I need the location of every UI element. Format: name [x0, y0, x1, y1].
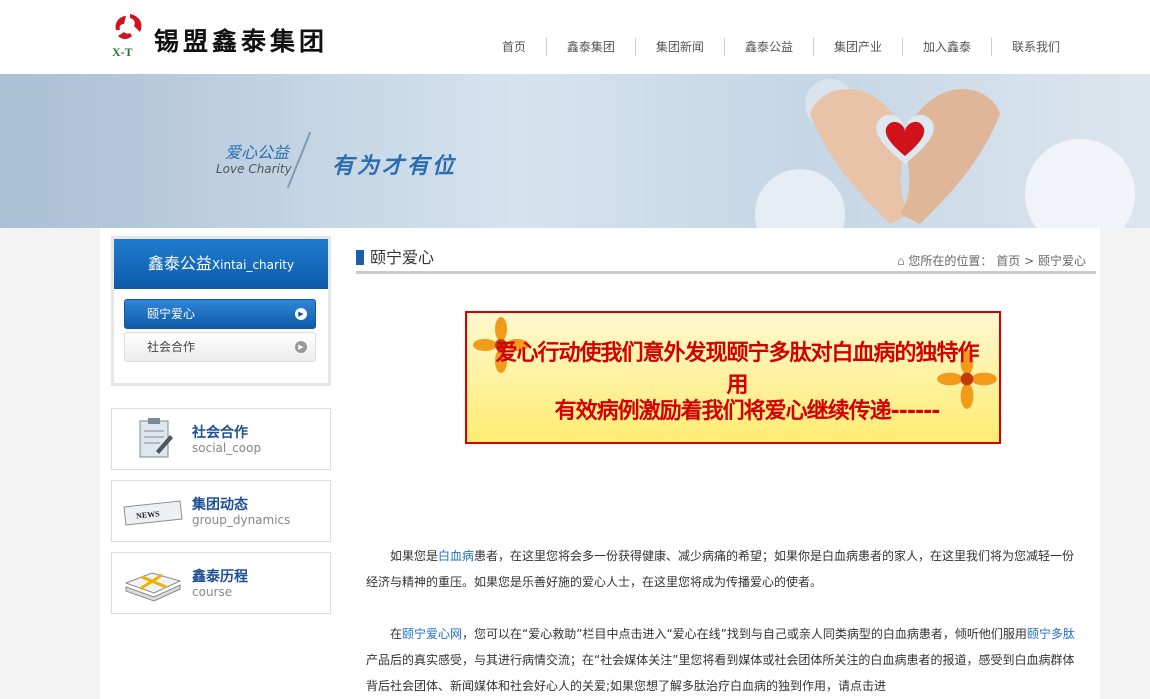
sidebar-menu-box: 鑫泰公益Xintai_charity 颐宁爱心 ▶ 社会合作 ▶ [111, 236, 331, 386]
arrow-right-icon: ▶ [295, 341, 307, 353]
feature-line-1: 爱心行动使我们意外发现颐宁多肽对白血病的独特作用 [495, 341, 979, 398]
detail-paragraph: 在颐宁爱心网，您可以在“爱心救助”栏目中点击进入“爱心在线”找到与自己或亲人同类… [366, 621, 1086, 699]
card-subtitle: course [192, 585, 233, 599]
yining-peptide-link[interactable]: 颐宁多肽 [1027, 627, 1075, 641]
site-header: X-T 锡盟鑫泰集团 首页 鑫泰集团 集团新闻 鑫泰公益 集团产业 加入鑫泰 联… [0, 0, 1150, 74]
card-title: 集团动态 [192, 497, 248, 513]
breadcrumb-separator: > [1024, 254, 1035, 268]
leukemia-link[interactable]: 白血病 [438, 549, 474, 563]
breadcrumb: ⌂ 您所在的位置： 首页 > 颐宁爱心 [897, 252, 1086, 269]
nav-group[interactable]: 鑫泰集团 [545, 38, 635, 56]
sidebar-item-social-coop[interactable]: 社会合作 ▶ [124, 332, 316, 362]
sidebar-item-yining-love[interactable]: 颐宁爱心 ▶ [124, 299, 316, 329]
feature-banner-image: 爱心行动使我们意外发现颐宁多肽对白血病的独特作用 有效病例激励着我们将爱心继续传… [465, 311, 1001, 444]
main-nav: 首页 鑫泰集团 集团新闻 鑫泰公益 集团产业 加入鑫泰 联系我们 [482, 38, 1080, 56]
para-text: ，您可以在“爱心救助”栏目中点击进入“爱心在线”找到与自己或亲人同类病型的白血病… [462, 627, 1027, 641]
breadcrumb-current[interactable]: 颐宁爱心 [1038, 254, 1086, 268]
banner-slogan: 有为才有位 [332, 153, 458, 179]
para-text: 在 [390, 627, 403, 641]
intro-paragraph: 如果您是白血病患者，在这里您将会多一份获得健康、减少病痛的希望；如果你是白血病患… [366, 543, 1086, 595]
clipboard-icon [139, 418, 173, 458]
card-social-coop[interactable]: 社会合作 social_coop [111, 408, 331, 470]
nav-contact[interactable]: 联系我们 [990, 38, 1080, 56]
nav-news[interactable]: 集团新闻 [634, 38, 724, 56]
site-logo[interactable]: X-T 锡盟鑫泰集团 [110, 10, 360, 62]
sidebar-title-en: Xintai_charity [211, 258, 295, 272]
nav-join[interactable]: 加入鑫泰 [901, 38, 991, 56]
para-text: 如果您是 [390, 549, 439, 563]
card-subtitle: social_coop [192, 441, 262, 455]
nav-home[interactable]: 首页 [482, 38, 546, 56]
page-title: 颐宁爱心 [356, 248, 434, 268]
logo-text: 锡盟鑫泰集团 [154, 27, 329, 56]
card-course[interactable]: 鑫泰历程 course [111, 552, 331, 614]
sidebar-item-label: 社会合作 [147, 340, 196, 354]
home-icon: ⌂ [896, 254, 905, 268]
nav-industry[interactable]: 集团产业 [812, 38, 902, 56]
sidebar-title-cn: 鑫泰公益 [147, 254, 212, 273]
banner-category: 爱心公益 [225, 143, 290, 162]
yining-love-site-link[interactable]: 颐宁爱心网 [402, 627, 462, 641]
newspaper-icon: NEWS [123, 500, 183, 526]
feature-line-2: 有效病例激励着我们将爱心继续传递------ [554, 399, 941, 424]
heart-hands-image [755, 79, 1135, 228]
card-title: 鑫泰历程 [192, 569, 248, 585]
breadcrumb-prefix: 您所在的位置： [908, 254, 993, 268]
banner-category-en: Love Charity [216, 162, 292, 176]
sidebar-item-label: 颐宁爱心 [147, 307, 196, 321]
card-subtitle: group_dynamics [192, 513, 291, 527]
svg-text:X-T: X-T [112, 45, 133, 59]
papers-stack-icon [124, 572, 182, 602]
logo-mark-icon: X-T [112, 14, 142, 59]
arrow-right-icon: ▶ [295, 308, 307, 320]
content-area: 鑫泰公益Xintai_charity 颐宁爱心 ▶ 社会合作 ▶ 社会合作 so… [100, 228, 1100, 699]
card-group-dynamics[interactable]: NEWS 集团动态 group_dynamics [111, 480, 331, 542]
sidebar-menu: 颐宁爱心 ▶ 社会合作 ▶ [124, 299, 316, 365]
nav-charity[interactable]: 鑫泰公益 [723, 38, 813, 56]
banner-divider [286, 131, 312, 189]
breadcrumb-home[interactable]: 首页 [996, 254, 1020, 268]
para-text: 产品后的真实感受，与其进行病情交流；在“社会媒体关注”里您将看到媒体或社会团体所… [366, 653, 1075, 693]
card-title: 社会合作 [192, 425, 248, 441]
sidebar-title: 鑫泰公益Xintai_charity [114, 239, 328, 289]
hero-banner: 爱心公益 Love Charity 有为才有位 [0, 74, 1150, 228]
main-title-bar: 颐宁爱心 ⌂ 您所在的位置： 首页 > 颐宁爱心 [356, 242, 1096, 274]
